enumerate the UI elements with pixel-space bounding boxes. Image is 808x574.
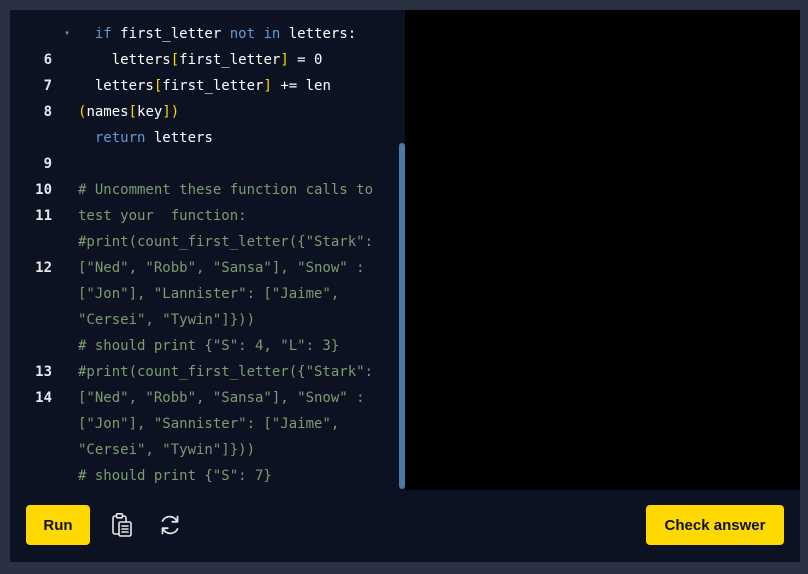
code-line: 9 return letters: [10, 125, 399, 172]
comment-text: ["Jon"], "Sannister": ["Jaime",: [78, 416, 340, 432]
code-line: "Cersei", "Tywin"]})): [10, 307, 399, 333]
code-text: (names[key]): [78, 104, 180, 120]
run-button[interactable]: Run: [26, 505, 90, 545]
code-line: 6 ▾ if first_letter not in letters:: [10, 21, 399, 68]
code-exercise-app: 6 ▾ if first_letter not in letters: 7 le…: [10, 10, 800, 562]
code-line: ["Jon"], "Lannister": ["Jaime",: [10, 281, 399, 307]
code-line: ["Ned", "Robb", "Sansa"], "Snow" :: [10, 255, 399, 281]
code-line: 10: [10, 151, 399, 198]
output-console: [405, 10, 800, 490]
code-line: 12 #print(count_first_letter({"Stark":: [10, 229, 399, 276]
reset-icon[interactable]: [154, 509, 186, 541]
code-text: letters[first_letter] = 0: [78, 52, 323, 68]
comment-text: #print(count_first_letter({"Stark":: [78, 234, 374, 250]
code-text: if first_letter not in letters:: [94, 26, 357, 42]
action-bar: Run Check answer: [10, 490, 800, 562]
code-line: 8 letters[first_letter] += len: [10, 73, 399, 120]
code-line: "Cersei", "Tywin"]})): [10, 437, 399, 463]
code-line: 15 # should print {"S": 7}: [10, 463, 399, 489]
comment-text: #print(count_first_letter({"Stark":: [78, 364, 374, 380]
comment-text: # should print {"S": 7}: [78, 468, 272, 484]
comment-text: ["Ned", "Robb", "Sansa"], "Snow" :: [78, 260, 365, 276]
code-text: return letters: [94, 130, 213, 146]
comment-text: ["Jon"], "Lannister": ["Jaime",: [78, 286, 340, 302]
code-line: 13 # should print {"S": 4, "L": 3}: [10, 333, 399, 380]
check-answer-button[interactable]: Check answer: [646, 505, 784, 545]
comment-text: # should print {"S": 4, "L": 3}: [78, 338, 340, 354]
comment-text: test your function:: [78, 208, 247, 224]
code-line: ["Jon"], "Sannister": ["Jaime",: [10, 411, 399, 437]
code-editor[interactable]: 6 ▾ if first_letter not in letters: 7 le…: [10, 10, 405, 490]
fold-toggle-icon[interactable]: ▾: [64, 21, 70, 47]
comment-text: "Cersei", "Tywin"]})): [78, 312, 256, 328]
code-text: letters[first_letter] += len: [78, 78, 331, 94]
code-line: test your function:: [10, 203, 399, 229]
code-line: (names[key]): [10, 99, 399, 125]
comment-text: # Uncomment these function calls to: [78, 182, 374, 198]
code-line: 7 letters[first_letter] = 0: [10, 47, 399, 94]
comment-text: ["Ned", "Robb", "Sansa"], "Snow" :: [78, 390, 365, 406]
clipboard-icon[interactable]: [106, 509, 138, 541]
code-line: 11 # Uncomment these function calls to: [10, 177, 399, 224]
comment-text: "Cersei", "Tywin"]})): [78, 442, 256, 458]
code-line: ["Ned", "Robb", "Sansa"], "Snow" :: [10, 385, 399, 411]
code-line: 14 #print(count_first_letter({"Stark":: [10, 359, 399, 406]
